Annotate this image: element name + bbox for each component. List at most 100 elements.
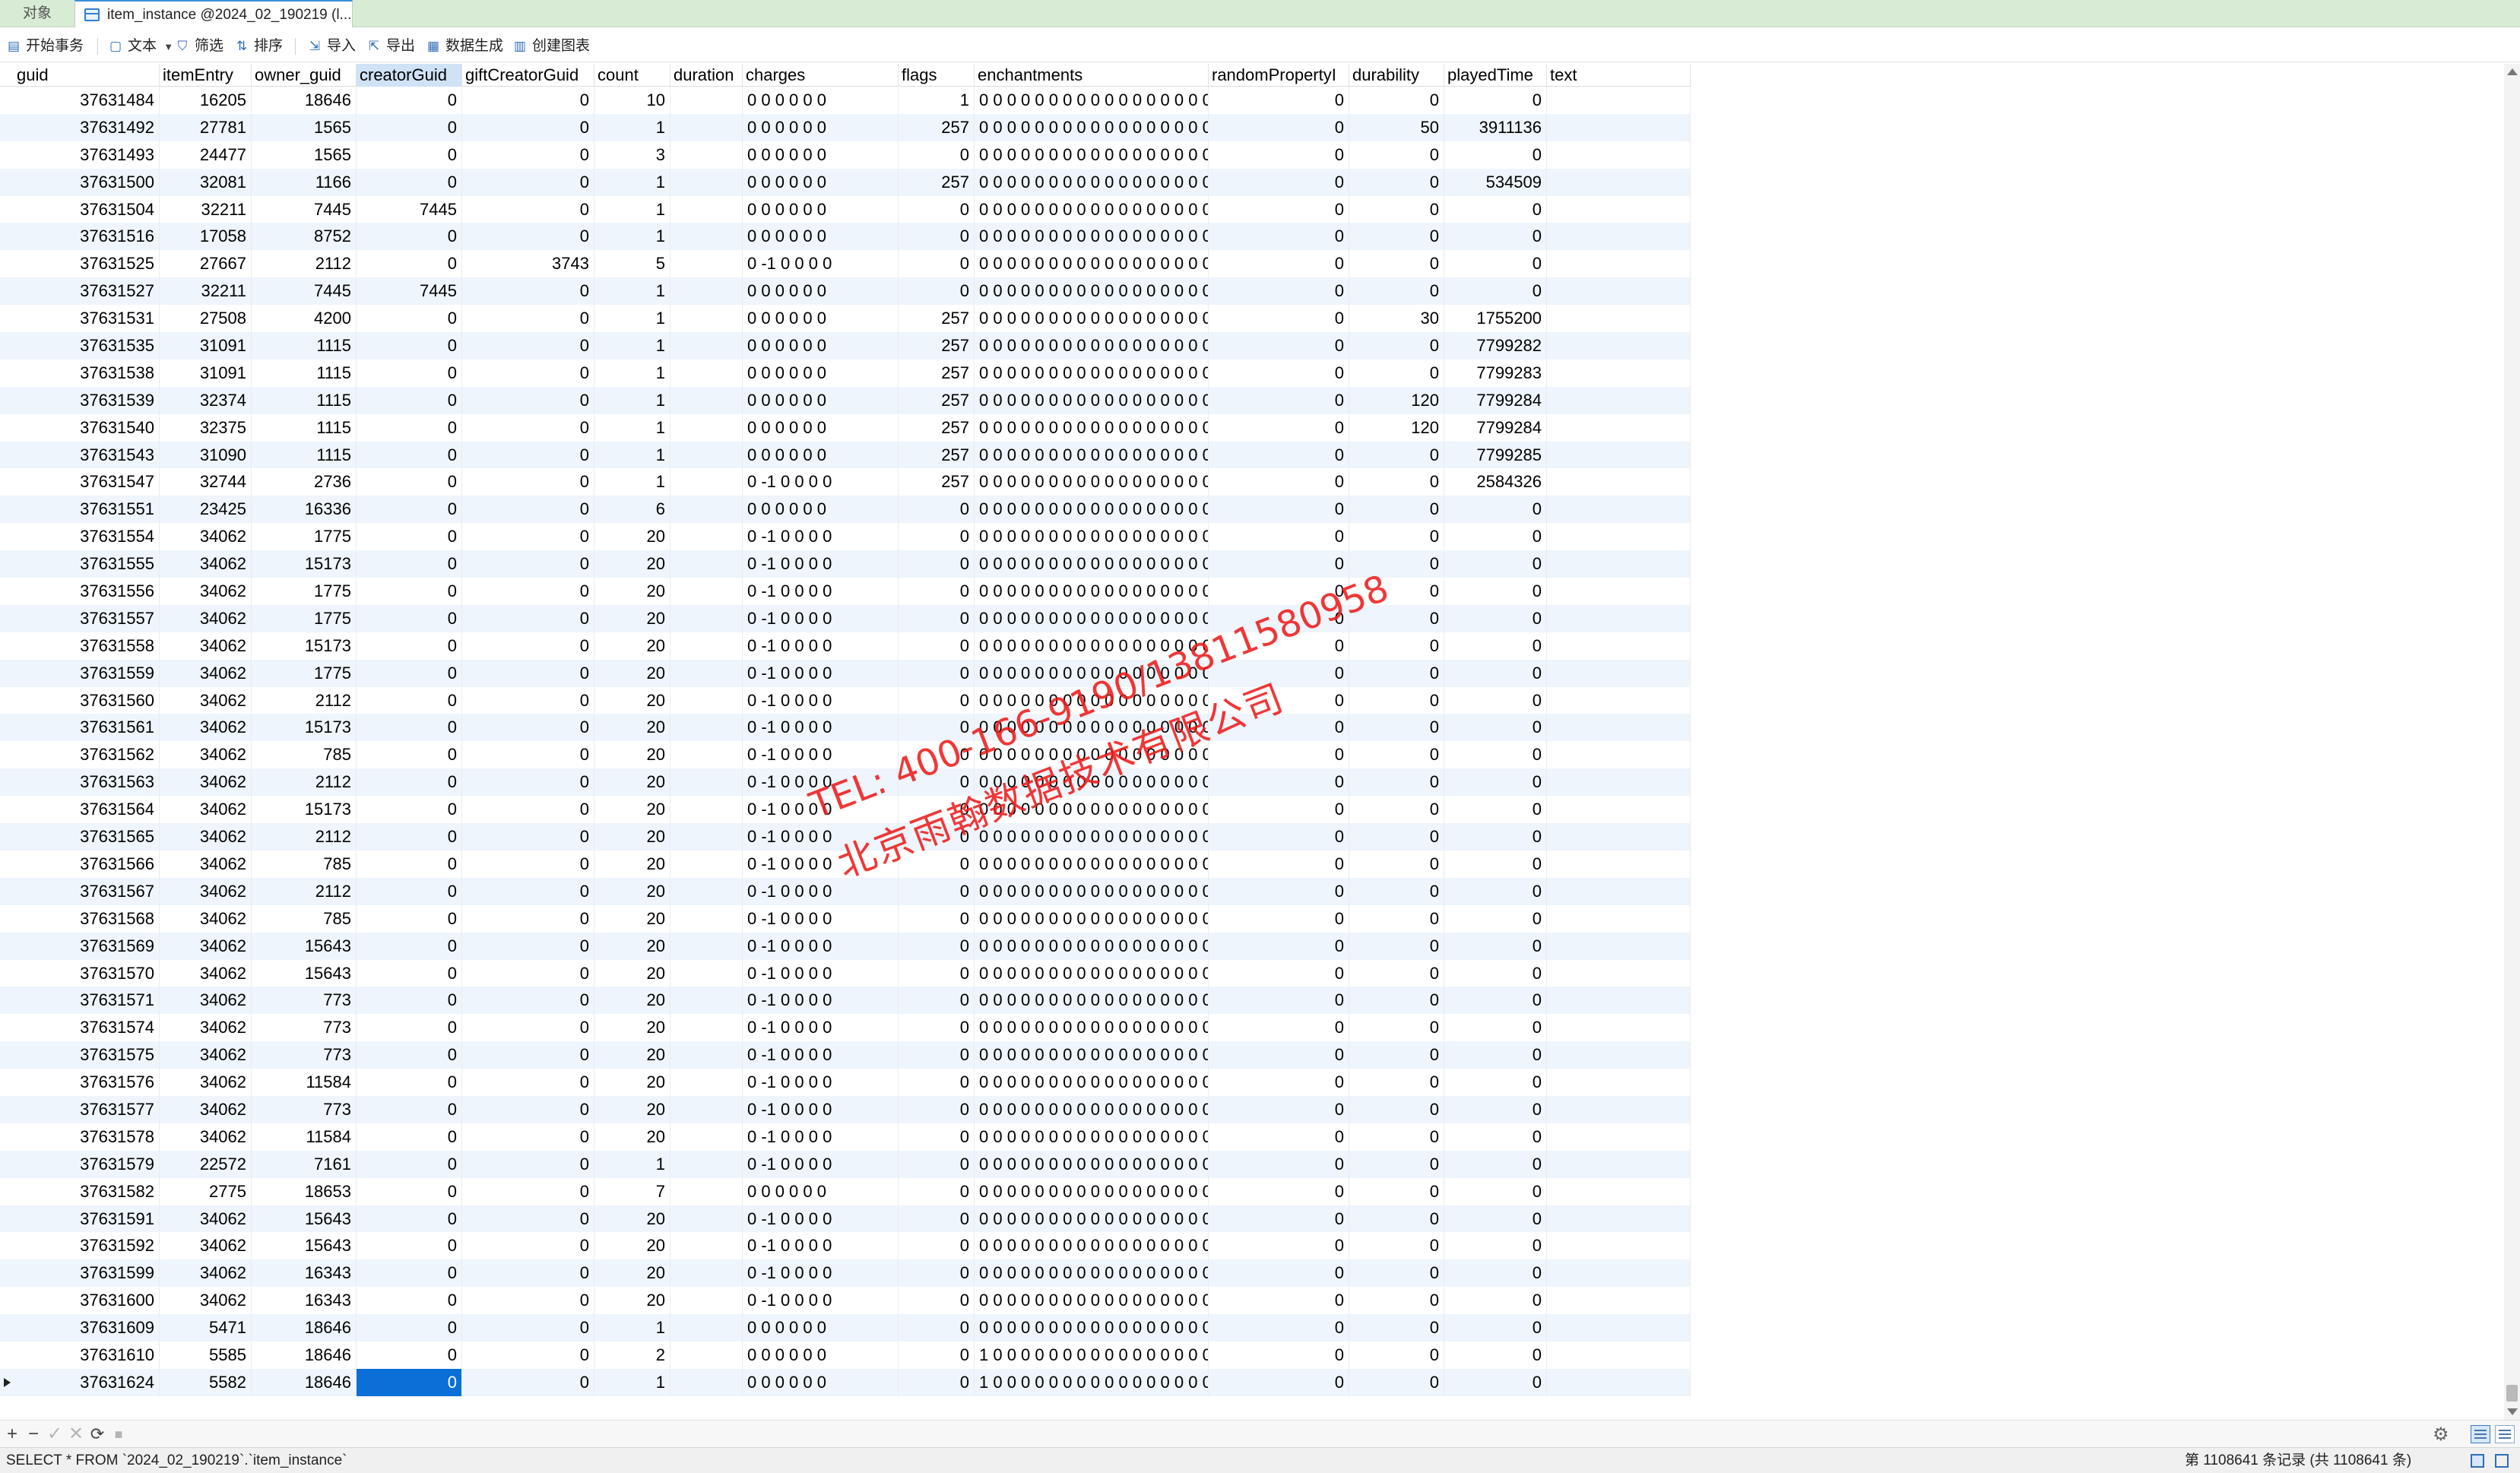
cell-guid[interactable]: 37631563 (14, 768, 160, 797)
cell-itemEntry[interactable]: 34062 (160, 877, 252, 905)
row-marker[interactable] (0, 250, 14, 277)
cell-flags[interactable]: 0 (899, 1150, 975, 1178)
cell-count[interactable]: 1 (594, 277, 670, 306)
cell-durability[interactable]: 0 (1349, 523, 1444, 551)
cell-durability[interactable]: 0 (1349, 1232, 1444, 1260)
cell-flags[interactable]: 0 (899, 1232, 975, 1260)
row-marker[interactable] (0, 114, 14, 141)
cell-duration[interactable] (670, 496, 743, 524)
cell-randomPropertyId[interactable]: 0 (1209, 1287, 1349, 1315)
cell-text[interactable] (1547, 113, 1691, 141)
cell-playedTime[interactable]: 0 (1444, 632, 1547, 660)
cell-charges[interactable]: 0 -1 0 0 0 0 (743, 604, 899, 632)
cell-charges[interactable]: 0 -1 0 0 0 0 (743, 1095, 899, 1123)
cell-randomPropertyId[interactable]: 0 (1209, 168, 1349, 196)
cell-durability[interactable]: 0 (1349, 904, 1444, 933)
grid-view-icon[interactable] (2471, 1425, 2490, 1443)
cell-flags[interactable]: 0 (899, 250, 975, 278)
cell-duration[interactable] (670, 959, 743, 987)
table-row[interactable]: 37631568 34062 785 0 0 20 0 -1 0 0 0 000 0 0 0… (0, 904, 1691, 933)
cell-count[interactable]: 1 (594, 359, 670, 387)
cell-durability[interactable]: 0 (1349, 1205, 1444, 1233)
cell-itemEntry[interactable]: 17058 (160, 223, 252, 251)
cell-randomPropertyId[interactable]: 0 (1209, 468, 1349, 496)
text-button[interactable]: ▢ 文本 ▼ (106, 36, 173, 56)
cell-creatorGuid[interactable]: 0 (357, 332, 462, 360)
cell-randomPropertyId[interactable]: 0 (1209, 550, 1349, 578)
cell-duration[interactable] (670, 632, 743, 660)
cell-playedTime[interactable]: 7799284 (1444, 386, 1547, 414)
cell-randomPropertyId[interactable]: 0 (1209, 987, 1349, 1015)
cell-flags[interactable]: 257 (899, 332, 975, 360)
cell-charges[interactable]: 0 -1 0 0 0 0 (743, 959, 899, 987)
row-marker[interactable] (0, 960, 14, 987)
cell-text[interactable] (1547, 1232, 1691, 1260)
cell-flags[interactable]: 257 (899, 441, 975, 469)
cell-creatorGuid[interactable]: 0 (357, 904, 462, 933)
cell-owner_guid[interactable]: 773 (252, 987, 357, 1015)
cell-owner_guid[interactable]: 16343 (252, 1259, 357, 1288)
cell-text[interactable] (1547, 1341, 1691, 1369)
cell-enchantments[interactable]: 0 0 0 0 0 0 0 0 0 0 0 0 0 0 0 0 0 ( (975, 332, 1209, 360)
cell-giftCreatorGuid[interactable]: 0 (462, 959, 594, 987)
cell-enchantments[interactable]: 0 0 0 0 0 0 0 0 0 0 0 0 0 0 0 0 0 ( (975, 141, 1209, 169)
cell-duration[interactable] (670, 1014, 743, 1042)
cell-enchantments[interactable]: 0 0 0 0 0 0 0 0 0 0 0 0 0 0 0 0 0 ( (975, 113, 1209, 141)
cell-randomPropertyId[interactable]: 0 (1209, 768, 1349, 797)
cell-flags[interactable]: 0 (899, 904, 975, 933)
cell-playedTime[interactable]: 0 (1444, 1069, 1547, 1096)
cell-count[interactable]: 20 (594, 987, 670, 1015)
cell-playedTime[interactable]: 0 (1444, 768, 1547, 797)
table-row[interactable]: 37631538 31091 1115 0 0 1 0 0 0 0 0 0 257 0 0 0 … (0, 359, 1691, 387)
cell-durability[interactable]: 0 (1349, 1368, 1444, 1396)
cell-text[interactable] (1547, 959, 1691, 987)
cell-flags[interactable]: 0 (899, 932, 975, 960)
cell-count[interactable]: 7 (594, 1177, 670, 1205)
cell-randomPropertyId[interactable]: 0 (1209, 1041, 1349, 1069)
table-row[interactable]: 37631539 32374 1115 0 0 1 0 0 0 0 0 0 257 0 0 0 … (0, 386, 1691, 414)
cell-flags[interactable]: 0 (899, 223, 975, 251)
table-row[interactable]: 37631504 32211 7445 7445 0 1 0 0 0 0 0 000 0 0… (0, 195, 1691, 223)
cell-charges[interactable]: 0 -1 0 0 0 0 (743, 987, 899, 1015)
cell-itemEntry[interactable]: 34062 (160, 686, 252, 714)
cell-creatorGuid[interactable]: 0 (357, 1232, 462, 1260)
cell-randomPropertyId[interactable]: 0 (1209, 959, 1349, 987)
cell-owner_guid[interactable]: 15173 (252, 550, 357, 578)
cell-playedTime[interactable]: 534509 (1444, 168, 1547, 196)
cell-owner_guid[interactable]: 1775 (252, 578, 357, 605)
cell-text[interactable] (1547, 932, 1691, 960)
cell-guid[interactable]: 37631554 (14, 523, 160, 551)
row-marker[interactable] (0, 660, 14, 687)
column-header-giftCreatorGuid[interactable]: giftCreatorGuid (462, 64, 594, 87)
cell-duration[interactable] (670, 386, 743, 414)
cell-count[interactable]: 20 (594, 714, 670, 742)
row-marker[interactable] (0, 851, 14, 878)
table-row[interactable]: 37631557 34062 1775 0 0 20 0 -1 0 0 0 000 0 0 … (0, 604, 1691, 632)
table-row[interactable]: 37631558 34062 15173 0 0 20 0 -1 0 0 0 000 0 0… (0, 632, 1691, 660)
row-marker[interactable] (0, 632, 14, 660)
vertical-scrollbar[interactable] (2504, 64, 2520, 1420)
cell-charges[interactable]: 0 -1 0 0 0 0 (743, 1150, 899, 1178)
cell-count[interactable]: 1 (594, 468, 670, 496)
cell-owner_guid[interactable]: 15173 (252, 632, 357, 660)
cell-durability[interactable]: 0 (1349, 277, 1444, 306)
row-marker[interactable] (0, 1287, 14, 1314)
cell-flags[interactable]: 0 (899, 1368, 975, 1396)
cell-creatorGuid[interactable]: 0 (357, 87, 462, 114)
cell-enchantments[interactable]: 0 0 0 0 0 0 0 0 0 0 0 0 0 0 0 0 0 ( (975, 550, 1209, 578)
cell-owner_guid[interactable]: 18646 (252, 1368, 357, 1396)
cell-duration[interactable] (670, 168, 743, 196)
cell-creatorGuid[interactable]: 0 (357, 877, 462, 905)
cell-giftCreatorGuid[interactable]: 0 (462, 332, 594, 360)
row-marker[interactable] (0, 1342, 14, 1369)
cell-durability[interactable]: 50 (1349, 113, 1444, 141)
cell-flags[interactable]: 0 (899, 659, 975, 687)
cell-randomPropertyId[interactable]: 0 (1209, 195, 1349, 223)
row-marker[interactable] (0, 1151, 14, 1178)
cell-flags[interactable]: 257 (899, 305, 975, 333)
cell-count[interactable]: 20 (594, 1205, 670, 1233)
cell-duration[interactable] (670, 141, 743, 169)
cell-charges[interactable]: 0 0 0 0 0 0 (743, 413, 899, 442)
cell-duration[interactable] (670, 741, 743, 769)
cell-itemEntry[interactable]: 32375 (160, 413, 252, 442)
